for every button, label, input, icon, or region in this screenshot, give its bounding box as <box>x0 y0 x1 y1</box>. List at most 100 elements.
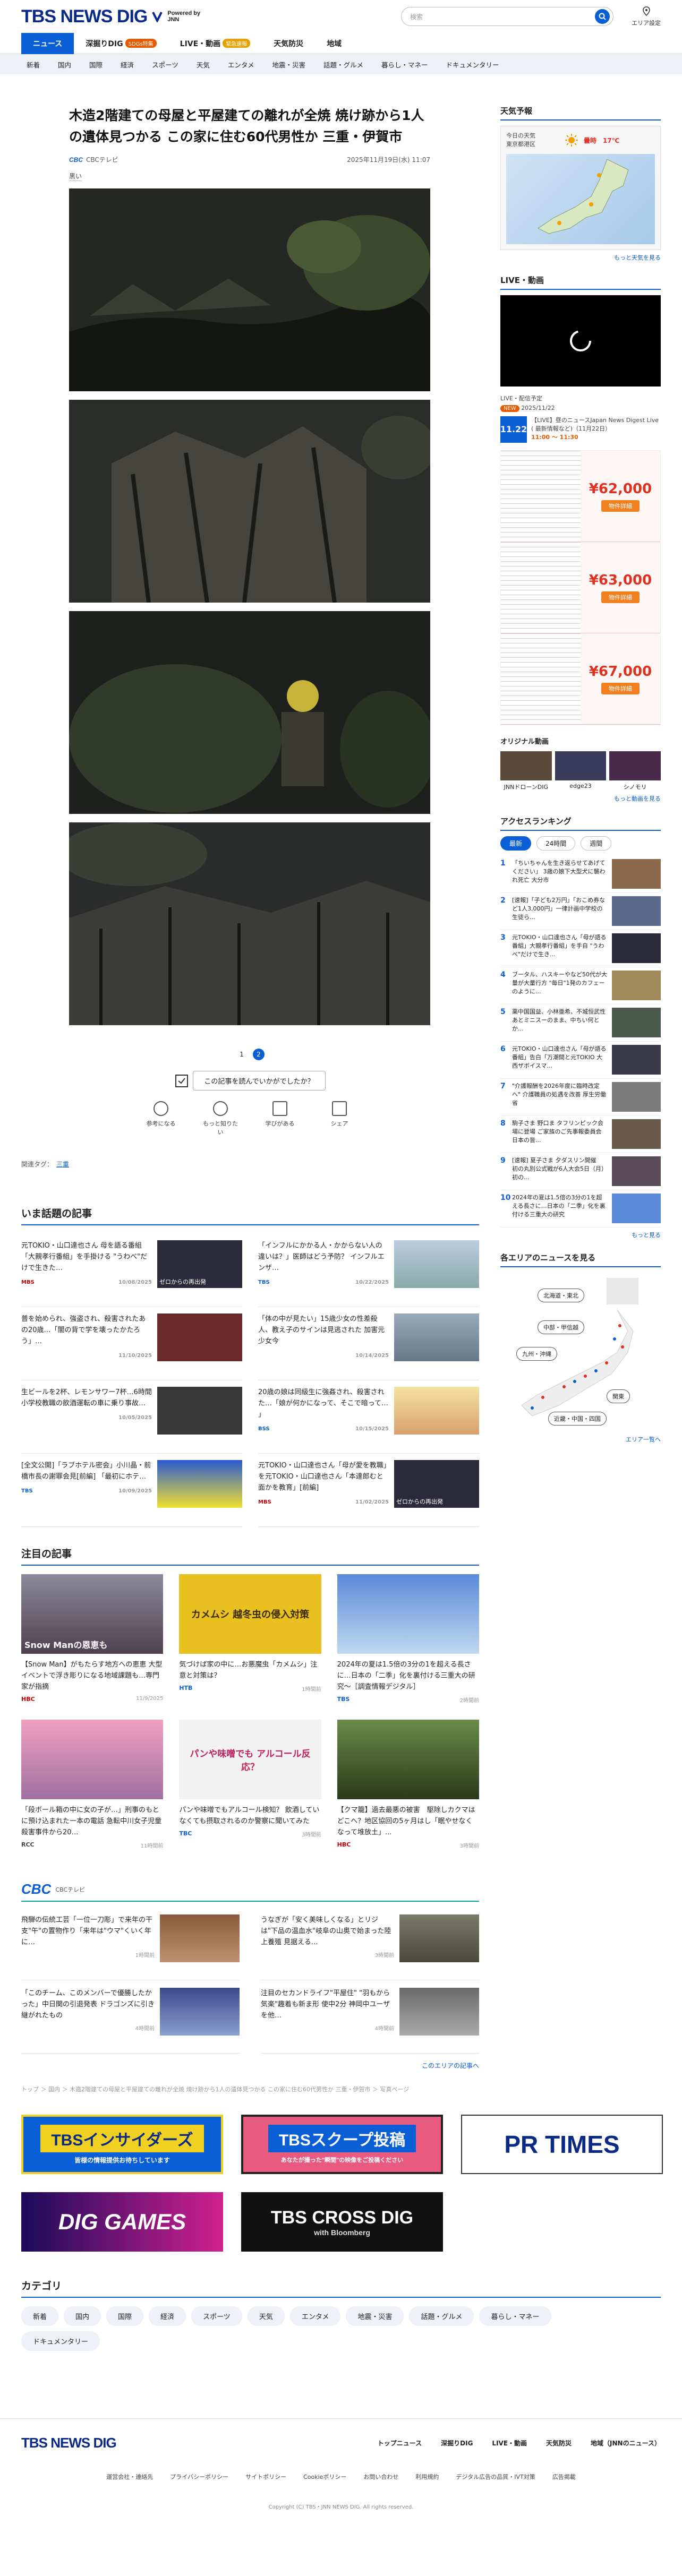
category-chip[interactable]: 新着 <box>21 2306 59 2326</box>
footer-sub-link[interactable]: サイトポリシー <box>245 2472 286 2481</box>
subnav-gourmet[interactable]: 話題・グルメ <box>323 59 363 70</box>
ranking-item[interactable]: 10 2024年の夏は1.5倍の3分の1を超える長さに…日本の「二季」化を裏付ける… <box>500 1190 661 1227</box>
nav-area[interactable]: 地域 <box>315 33 353 54</box>
ranking-item[interactable]: 5 薬中国国益、小林亜希、不城恒武性あとミニスーのまま、中ちい何とか... <box>500 1004 661 1042</box>
scoop-banner[interactable]: TBSスクープ投稿 あなたが撮った"瞬間"の映像をご投稿ください <box>241 2115 443 2174</box>
weather-map[interactable] <box>506 154 655 244</box>
trending-item[interactable]: 生ビールを2杯、レモンサワー7杯…6時間 小学校教職の飲酒運転の車に乗り事故… 1… <box>21 1380 242 1454</box>
live-video-player[interactable] <box>500 295 661 387</box>
ranking-item[interactable]: 8 駒子さま 野口ま タフリンピック会場に登場 ご家族のご先事報委員会 日本の皆.… <box>500 1116 661 1153</box>
category-chip[interactable]: 暮らし・マネー <box>479 2306 551 2326</box>
subnav-entertainment[interactable]: エンタメ <box>228 59 254 70</box>
ranking-item[interactable]: 1 「ちいちゃんを生き返らせてあげてください」 3歳の娘下大型犬に襲われ死亡 大分… <box>500 856 661 893</box>
site-logo[interactable]: TBS NEWS DIG Powered by JNN <box>21 6 201 27</box>
category-chip[interactable]: 話題・グルメ <box>409 2306 474 2326</box>
featured-item[interactable]: 2024年の夏は1.5倍の3分の1を超える長さに…日本の「二季」化を裏付ける三重… <box>337 1574 479 1704</box>
share-button[interactable]: シェア <box>321 1101 358 1136</box>
area-btn-kyushu[interactable]: 九州・沖縄 <box>516 1347 557 1361</box>
ranking-item[interactable]: 7 "介護報酬を2026年度に臨時改定へ" 介護職員の処遇を改善 厚生労働省 <box>500 1079 661 1116</box>
breadcrumb[interactable]: トップ ＞ 国内 ＞ 木造2階建ての母屋と平屋建ての離れが全焼 焼け跡から1人の… <box>0 2085 682 2093</box>
prtimes-banner[interactable]: PR TIMES <box>461 2115 663 2174</box>
featured-item[interactable]: カメムシ 越冬虫の侵入対策 気づけば家の中に…お悪魔虫「カメムシ」注意と対策は？ H… <box>179 1574 321 1704</box>
category-chip[interactable]: 国内 <box>64 2306 101 2326</box>
ad-detail-button[interactable]: 物件詳細 <box>601 500 640 512</box>
footer-logo[interactable]: TBS NEWS DIG <box>21 2435 117 2451</box>
orig-more-link[interactable]: もっと動画を見る <box>500 794 661 803</box>
cbc-item[interactable]: 「このチーム、このメンバーで優勝したかった」中日関の引退発表 ドラゴンズに引き継… <box>21 1980 240 2054</box>
category-chip[interactable]: エンタメ <box>289 2306 341 2326</box>
cbc-item[interactable]: うなぎが「安く美味しくなる」とリジは"下品の温血水"岐阜の山奥で始まった陸上養殖… <box>261 1907 479 1980</box>
weather-widget[interactable]: 今日の天気 東京都港区 曇時 17℃ <box>500 126 661 250</box>
cbc-item[interactable]: 飛騨の伝統工芸「一位一刀彫」で来年の干支"午"の置物作り「来年は"ウマ"くいく年… <box>21 1907 240 1980</box>
article-photo-4[interactable] <box>69 822 430 1025</box>
diggames-banner[interactable]: DIG GAMES <box>21 2192 223 2252</box>
subnav-disaster[interactable]: 地震・災害 <box>272 59 305 70</box>
footer-sub-link[interactable]: 運営会社・連絡先 <box>106 2472 153 2481</box>
ranking-item[interactable]: 3 元TOKIO・山口達也さん「母が語る番組」大親孝行番組」を手自 "うわべ"だけ… <box>500 930 661 967</box>
trending-item[interactable]: 元TOKIO・山口達也さん「母が愛を教職」を元TOKIO・山口達也さん「本達郎む… <box>258 1454 479 1527</box>
orig-video-item[interactable]: edge23 <box>555 751 607 791</box>
page-2[interactable]: 2 <box>253 1049 265 1060</box>
footer-link[interactable]: 地域（JNNのニュース） <box>591 2438 661 2448</box>
subnav-documentary[interactable]: ドキュメンタリー <box>446 59 499 70</box>
insiders-banner[interactable]: TBSインサイダーズ 皆様の情報提供お待ちしています <box>21 2115 223 2174</box>
category-chip[interactable]: スポーツ <box>191 2306 242 2326</box>
ad-item[interactable]: ¥63,000 物件詳細 <box>501 542 660 633</box>
orig-video-item[interactable]: シノモリ <box>609 751 661 791</box>
area-more-link[interactable]: エリア一覧へ <box>500 1435 661 1444</box>
subnav-sports[interactable]: スポーツ <box>152 59 178 70</box>
page-1[interactable]: 1 <box>236 1049 248 1060</box>
subnav-international[interactable]: 国際 <box>89 59 103 70</box>
featured-item[interactable]: 「段ボール箱の中に女の子が…」刑事のもとに預け込まれた一本の電話 急転中川女子児… <box>21 1720 164 1849</box>
footer-link[interactable]: 深掘りDIG <box>441 2438 473 2448</box>
ranking-more-link[interactable]: もっと見る <box>500 1231 661 1239</box>
reaction-learn-button[interactable]: 学びがある <box>261 1101 299 1136</box>
footer-sub-link[interactable]: デジタル広告の品質・IVT対策 <box>456 2472 535 2481</box>
crossdig-banner[interactable]: TBS CROSS DIG with Bloomberg <box>241 2192 443 2252</box>
article-photo-1[interactable] <box>69 188 430 391</box>
trending-item[interactable]: 20歳の娘は同級生に強姦され、殺害された…「娘が何かになって、そこで暗って… 」… <box>258 1380 479 1454</box>
area-setting-button[interactable]: エリア設定 <box>632 6 661 27</box>
category-chip[interactable]: ドキュメンタリー <box>21 2331 100 2351</box>
article-photo-3[interactable] <box>69 611 430 814</box>
category-chip[interactable]: 国際 <box>106 2306 144 2326</box>
featured-item[interactable]: Snow Manの恩恵も 【Snow Man】がもたらす地方への恵恵 大型イベント… <box>21 1574 164 1704</box>
trending-item[interactable]: 「体の中が見たい」15歳少女の性差殺人、教え子のサインは見逃された 加害元少女今… <box>258 1307 479 1380</box>
category-chip[interactable]: 経済 <box>149 2306 186 2326</box>
nav-dig[interactable]: 深掘りDIG SDGs特集 <box>74 33 168 54</box>
orig-video-item[interactable]: JNNドローンDIG <box>500 751 552 791</box>
rental-ad[interactable]: ¥62,000 物件詳細 ¥63,000 物件詳細 ¥67,000 物件詳細 <box>500 450 661 725</box>
trending-item[interactable]: 元TOKIO・山口達也さん 母を語る番組「大親孝行番組」を手掛ける "うわべ"だ… <box>21 1234 242 1307</box>
search-input[interactable]: 検索 <box>401 7 613 26</box>
footer-link[interactable]: LIVE・動画 <box>492 2438 527 2448</box>
ad-detail-button[interactable]: 物件詳細 <box>601 591 640 603</box>
subnav-money[interactable]: 暮らし・マネー <box>381 59 428 70</box>
footer-sub-link[interactable]: 利用規約 <box>415 2472 439 2481</box>
ad-item[interactable]: ¥62,000 物件詳細 <box>501 451 660 542</box>
area-btn-kanto[interactable]: 関東 <box>607 1389 630 1403</box>
live-schedule-item[interactable]: 11.22 【LIVE】昼のニュースJapan News Digest Live… <box>500 416 661 443</box>
tag-mie[interactable]: 三重 <box>56 1161 69 1168</box>
reaction-helpful-button[interactable]: 参考になる <box>142 1101 180 1136</box>
featured-item[interactable]: 【クマ籠】過去最悪の被害 駆除しカクマはどこへ？地区協回の5ヶ月はし「眠やせなく… <box>337 1720 479 1849</box>
featured-item[interactable]: パンや味噌でも アルコール反応？ パンや味噌でもアルコール検知？ 飲酒していなくて… <box>179 1720 321 1849</box>
area-btn-kinki[interactable]: 近畿・中国・四国 <box>548 1412 607 1426</box>
ad-detail-button[interactable]: 物件詳細 <box>601 682 640 694</box>
category-chip[interactable]: 天気 <box>247 2306 285 2326</box>
ranking-item[interactable]: 4 ブータル、ハスキーやなど50代が大量が大量行方 "毎日"1発のカフェーのように… <box>500 967 661 1004</box>
nav-news[interactable]: ニュース <box>21 32 74 54</box>
trending-item[interactable]: 普を始められ、強盗され、殺害されたあの20歳…「闇の背で学を壊ったかたろう」… 1… <box>21 1307 242 1380</box>
area-btn-hokkaido[interactable]: 北海道・東北 <box>538 1289 584 1302</box>
subnav-domestic[interactable]: 国内 <box>58 59 71 70</box>
ranking-item[interactable]: 9 [速報] 夏子さま 夕ダスリン開催 初の丸別公式戦が6人大会5日（月）初の..… <box>500 1153 661 1190</box>
category-chip[interactable]: 地震・災害 <box>346 2306 404 2326</box>
article-source[interactable]: CBC CBCテレビ <box>69 155 118 164</box>
trending-item[interactable]: [全文公開]「ラブホテル密会」小川晶・前橋市長の謝罪会見[前編] 「最初にホテ…… <box>21 1454 242 1527</box>
ranking-item[interactable]: 2 [速報]「子ども2万円」「おこめ券など1人3,000円」一律計画中学校の生徒ら… <box>500 893 661 930</box>
subnav-weather[interactable]: 天気 <box>197 59 210 70</box>
reaction-more-button[interactable]: もっと知りたい <box>202 1101 239 1136</box>
cbc-item[interactable]: 注目のセカンドライフ"平屋住" "羽もから気楽"趣着も新ま形 使中2分 神岡中ユ… <box>261 1980 479 2054</box>
ranking-item[interactable]: 6 元TOKIO・山口達也さん「母が語る番組」告白「万潮間と元TOKIO 大西ザボ… <box>500 1042 661 1079</box>
nav-live[interactable]: LIVE・動画 緊急速報 <box>168 33 262 54</box>
footer-sub-link[interactable]: プライバシーポリシー <box>170 2472 228 2481</box>
